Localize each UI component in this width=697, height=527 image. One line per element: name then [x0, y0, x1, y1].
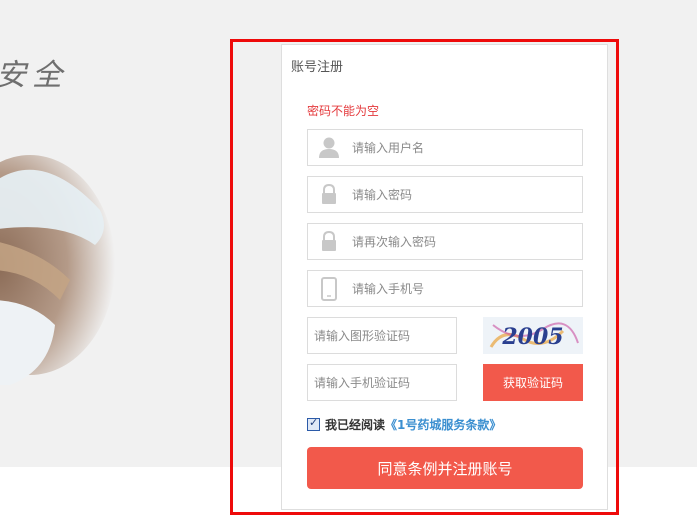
error-message: 密码不能为空 — [307, 104, 380, 118]
confirm-password-field — [307, 223, 583, 260]
get-code-button[interactable]: 获取验证码 — [483, 364, 583, 401]
agree-checkbox[interactable] — [307, 416, 320, 431]
user-icon — [319, 137, 339, 158]
captcha-image[interactable]: 2005 — [483, 317, 583, 354]
agree-text: 我已经阅读 — [325, 417, 386, 432]
phone-icon — [321, 277, 337, 301]
captcha-input[interactable] — [314, 318, 450, 353]
confirm-password-input[interactable] — [352, 224, 572, 259]
username-input[interactable] — [352, 130, 572, 165]
sms-code-input[interactable] — [314, 365, 450, 400]
terms-link[interactable]: 《1号药城服务条款》 — [385, 416, 501, 433]
hero-image — [0, 155, 115, 385]
username-field — [307, 129, 583, 166]
lock-icon — [322, 183, 336, 204]
hero-slogan: 安全 — [0, 58, 68, 93]
password-input[interactable] — [352, 177, 572, 212]
captcha-field — [307, 317, 457, 354]
phone-input[interactable] — [352, 271, 572, 306]
password-field — [307, 176, 583, 213]
agreement-row: 我已经阅读 《1号药城服务条款》 — [307, 416, 501, 432]
lock-icon — [322, 230, 336, 251]
captcha-text: 2005 — [501, 324, 563, 350]
sms-code-field — [307, 364, 457, 401]
phone-field — [307, 270, 583, 307]
register-submit-button[interactable]: 同意条例并注册账号 — [307, 447, 583, 489]
panel-title: 账号注册 — [291, 60, 344, 75]
